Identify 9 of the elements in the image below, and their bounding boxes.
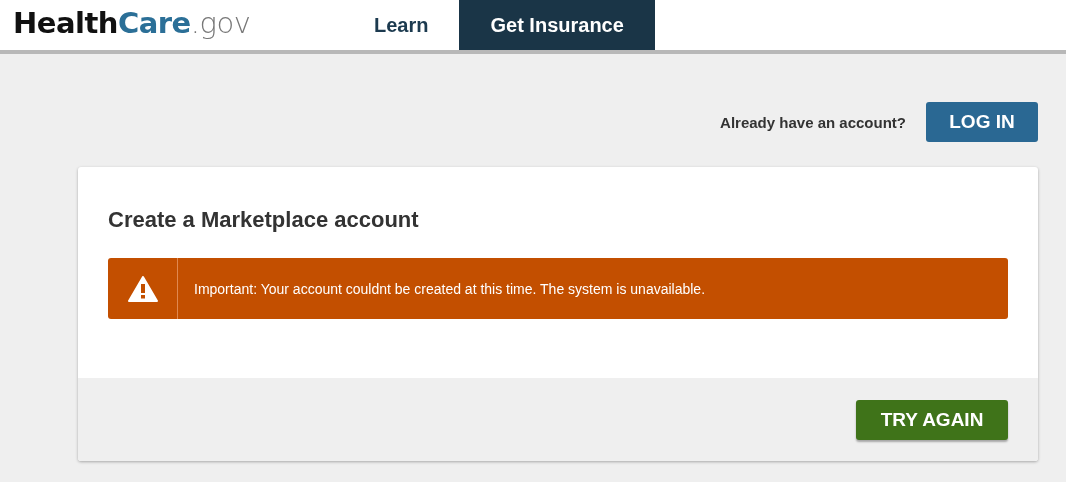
login-button[interactable]: LOG IN — [926, 102, 1038, 142]
alert-message: Important: Your account couldnt be created at this time. The system is unavailable. — [193, 279, 706, 299]
account-prompt: Already have an account? — [720, 113, 906, 131]
warning-icon — [127, 275, 158, 302]
nav-tab[interactable]: Get Insurance — [459, 0, 655, 50]
logo[interactable]: HealthCare.gov — [0, 0, 343, 40]
nav-tab[interactable]: Learn — [343, 0, 460, 50]
try-again-button[interactable]: TRY AGAIN — [856, 399, 1008, 440]
card-title: Create a Marketplace account — [108, 207, 420, 233]
